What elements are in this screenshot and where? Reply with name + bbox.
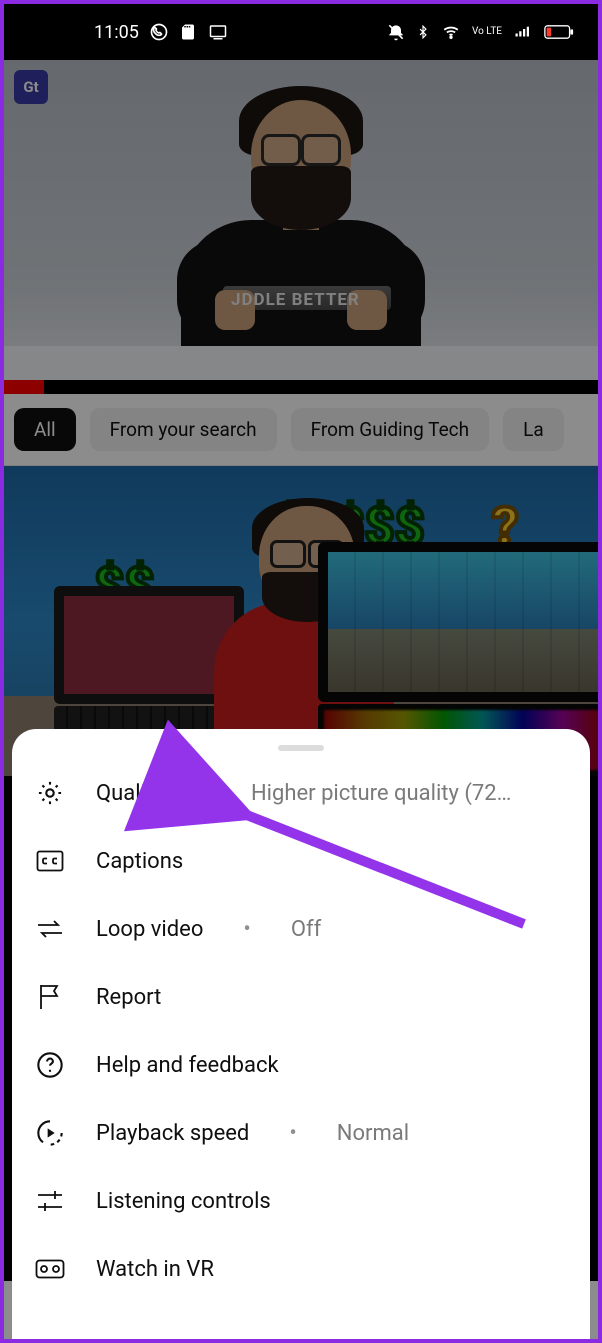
menu-watch-vr[interactable]: Watch in VR — [34, 1235, 568, 1303]
separator-dot: • — [194, 781, 221, 806]
gear-icon — [34, 777, 66, 809]
battery-icon — [544, 24, 574, 40]
network-label: Vo LTE — [472, 27, 502, 37]
status-bar: 11:05 Vo LTE — [4, 4, 598, 60]
menu-loop-label: Loop video — [96, 917, 203, 942]
menu-captions-label: Captions — [96, 849, 183, 874]
menu-listening-controls[interactable]: Listening controls — [34, 1167, 568, 1235]
menu-help-label: Help and feedback — [96, 1053, 279, 1078]
menu-loop-value: Off — [291, 917, 568, 942]
sliders-icon — [34, 1185, 66, 1217]
menu-quality-label: Quality — [96, 781, 164, 806]
sdcard-icon — [179, 22, 197, 42]
separator-dot: • — [279, 1121, 306, 1146]
menu-captions[interactable]: Captions — [34, 827, 568, 895]
cast-icon — [207, 23, 229, 41]
menu-report[interactable]: Report — [34, 963, 568, 1031]
menu-quality[interactable]: Quality • Higher picture quality (72… — [34, 759, 568, 827]
settings-bottom-sheet: Quality • Higher picture quality (72… Ca… — [12, 729, 590, 1339]
menu-speed-label: Playback speed — [96, 1121, 249, 1146]
flag-icon — [34, 981, 66, 1013]
loop-icon — [34, 913, 66, 945]
captions-icon — [34, 845, 66, 877]
whatsapp-icon — [149, 22, 169, 42]
help-icon — [34, 1049, 66, 1081]
menu-listening-label: Listening controls — [96, 1189, 271, 1214]
menu-loop-video[interactable]: Loop video • Off — [34, 895, 568, 963]
menu-report-label: Report — [96, 985, 161, 1010]
menu-vr-label: Watch in VR — [96, 1257, 214, 1282]
mute-icon — [386, 22, 406, 42]
status-time: 11:05 — [94, 22, 139, 43]
wifi-icon — [440, 23, 462, 41]
vr-icon — [34, 1253, 66, 1285]
menu-playback-speed[interactable]: Playback speed • Normal — [34, 1099, 568, 1167]
bluetooth-icon — [416, 22, 430, 42]
menu-help-feedback[interactable]: Help and feedback — [34, 1031, 568, 1099]
playback-speed-icon — [34, 1117, 66, 1149]
separator-dot: • — [233, 917, 260, 942]
signal-icon — [512, 23, 534, 41]
menu-speed-value: Normal — [337, 1121, 568, 1146]
sheet-drag-handle[interactable] — [278, 745, 324, 751]
menu-quality-value: Higher picture quality (72… — [251, 781, 568, 806]
